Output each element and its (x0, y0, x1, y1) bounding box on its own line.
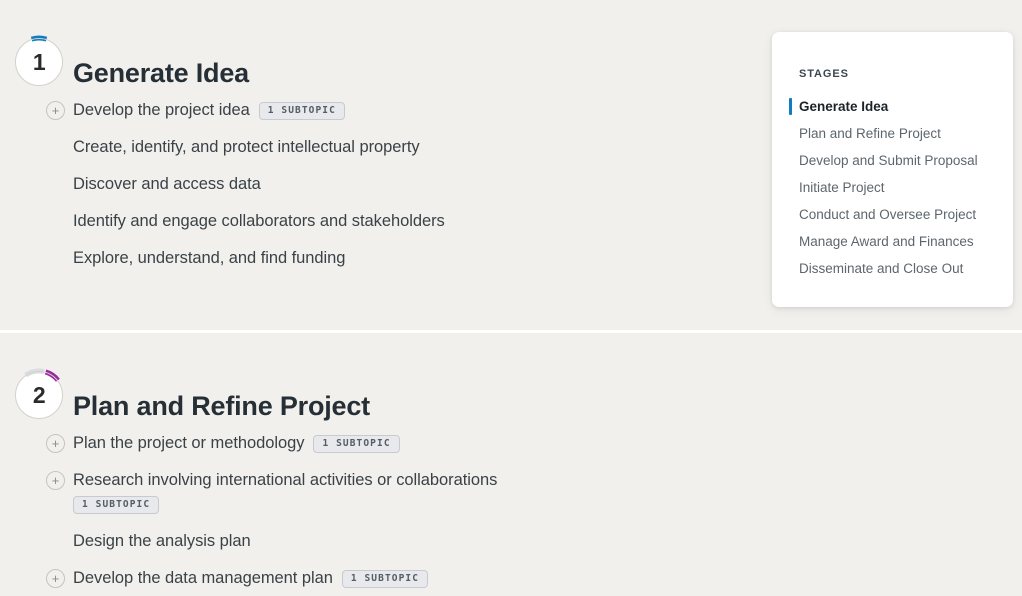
topic-label: Research involving international activit… (73, 471, 498, 489)
expand-plus-icon[interactable]: + (46, 101, 65, 120)
stage-title: Plan and Refine Project (73, 391, 370, 422)
sidebar-item-initiate-project[interactable]: Initiate Project (772, 174, 1013, 201)
sidebar-item-generate-idea[interactable]: Generate Idea (772, 93, 1013, 120)
subtopic-count-badge: 1 SUBTOPIC (313, 435, 400, 453)
topic-label: Design the analysis plan (73, 532, 251, 550)
stage-section-2: 2 Plan and Refine Project + Plan the proj… (0, 333, 1022, 596)
expand-plus-icon[interactable]: + (46, 471, 65, 490)
sidebar-item-develop-and-submit-proposal[interactable]: Develop and Submit Proposal (772, 147, 1013, 174)
topic-text-wrap: Develop the data management plan 1 SUBTOP… (73, 566, 763, 590)
topic-label: Plan the project or methodology (73, 434, 305, 452)
subtopic-count-badge: 1 SUBTOPIC (341, 570, 429, 588)
stages-panel: STAGES Generate Idea Plan and Refine Proj… (772, 32, 1013, 307)
sidebar-item-label: Manage Award and Finances (799, 234, 974, 249)
sidebar-item-disseminate-and-close-out[interactable]: Disseminate and Close Out (772, 255, 1013, 282)
topic-text-wrap: Develop the project idea 1 SUBTOPIC (73, 98, 763, 122)
stage-title: Generate Idea (73, 58, 249, 89)
badge-number: 2 (32, 381, 46, 408)
sidebar-item-label: Generate Idea (799, 99, 889, 114)
sidebar-item-plan-and-refine-project[interactable]: Plan and Refine Project (772, 120, 1013, 147)
sidebar-item-label: Disseminate and Close Out (799, 261, 964, 276)
topic-label: Create, identify, and protect intellectu… (73, 138, 420, 156)
topic-text-wrap: Explore, understand, and find funding (73, 246, 763, 270)
stages-panel-title: STAGES (799, 68, 849, 80)
topic-text-wrap: Research involving international activit… (73, 468, 763, 514)
topic-label: Identify and engage collaborators and st… (73, 212, 445, 230)
stage-roadmap-page: 1 Generate Idea + Develop the project ide… (0, 0, 1022, 596)
subtopic-count-badge: 1 SUBTOPIC (73, 496, 160, 514)
topic-label: Discover and access data (73, 175, 261, 193)
sidebar-item-label: Initiate Project (799, 180, 885, 195)
subtopic-count-badge: 1 SUBTOPIC (258, 102, 345, 120)
active-indicator-bar (789, 98, 792, 115)
sidebar-item-label: Conduct and Oversee Project (799, 207, 977, 222)
topic-label: Develop the data management plan (73, 569, 333, 587)
topic-label: Develop the project idea (73, 101, 250, 119)
sidebar-item-conduct-and-oversee-project[interactable]: Conduct and Oversee Project (772, 201, 1013, 228)
sidebar-item-manage-award-and-finances[interactable]: Manage Award and Finances (772, 228, 1013, 255)
stage-header: 2 Plan and Refine Project (0, 368, 1022, 431)
expand-plus-icon[interactable]: + (46, 569, 65, 588)
topic-text-wrap: Plan the project or methodology 1 SUBTOPI… (73, 431, 763, 455)
expand-plus-icon[interactable]: + (46, 434, 65, 453)
topic-text-wrap: Design the analysis plan (73, 529, 763, 553)
topic-text-wrap: Discover and access data (73, 172, 763, 196)
badge-number: 1 (32, 48, 46, 75)
stage-number-badge: 1 (12, 35, 66, 89)
sidebar-item-label: Develop and Submit Proposal (799, 153, 978, 168)
topic-text-wrap: Create, identify, and protect intellectu… (73, 135, 763, 159)
stage-number-badge: 2 (12, 368, 66, 422)
sidebar-item-label: Plan and Refine Project (799, 126, 941, 141)
topic-text-wrap: Identify and engage collaborators and st… (73, 209, 763, 233)
topic-label: Explore, understand, and find funding (73, 249, 346, 267)
stages-nav: Generate Idea Plan and Refine Project Deve… (772, 93, 1013, 282)
